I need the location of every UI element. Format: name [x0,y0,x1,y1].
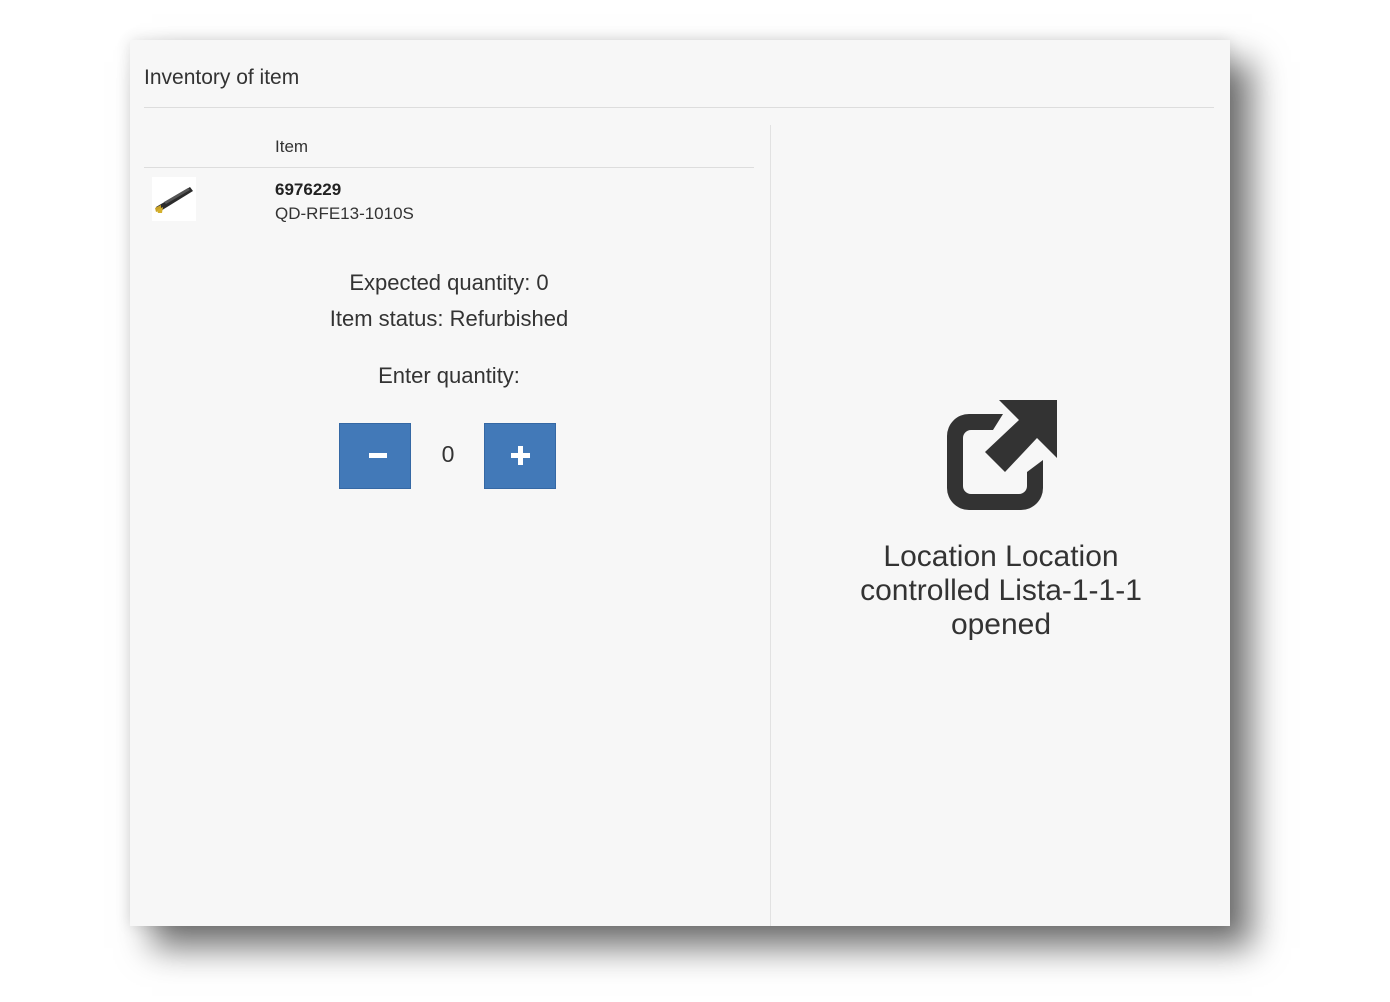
table-header: Item [144,125,754,168]
minus-icon [369,453,387,458]
dialog-title: Inventory of item [144,66,300,89]
item-number: 6976229 [275,180,342,199]
item-status: Item status: Refurbished [329,306,569,331]
inventory-dialog: Inventory of item Item 6976229 QD-RFE13-… [130,40,1230,926]
location-pane: Location Location controlled Lista-1-1-1… [771,125,1230,926]
item-code: QD-RFE13-1010S [275,204,414,223]
drill-tool-icon [155,187,193,213]
item-thumbnail [152,177,196,221]
title-divider [144,107,1214,108]
item-pane: Item 6976229 QD-RFE13-1010S Expected qua… [144,125,755,926]
location-opened-message: Location Location controlled Lista-1-1-1… [860,540,1142,641]
table-row[interactable]: 6976229 QD-RFE13-1010S [144,168,754,228]
increase-quantity-button[interactable] [484,423,556,489]
plus-icon [511,446,530,465]
enter-quantity-label: Enter quantity: [378,363,520,388]
expected-quantity: Expected quantity: 0 [349,270,549,295]
external-link-icon [947,400,1057,510]
decrease-quantity-button[interactable] [339,423,411,489]
quantity-value[interactable]: 0 [412,441,484,468]
column-header-item: Item [275,137,309,156]
